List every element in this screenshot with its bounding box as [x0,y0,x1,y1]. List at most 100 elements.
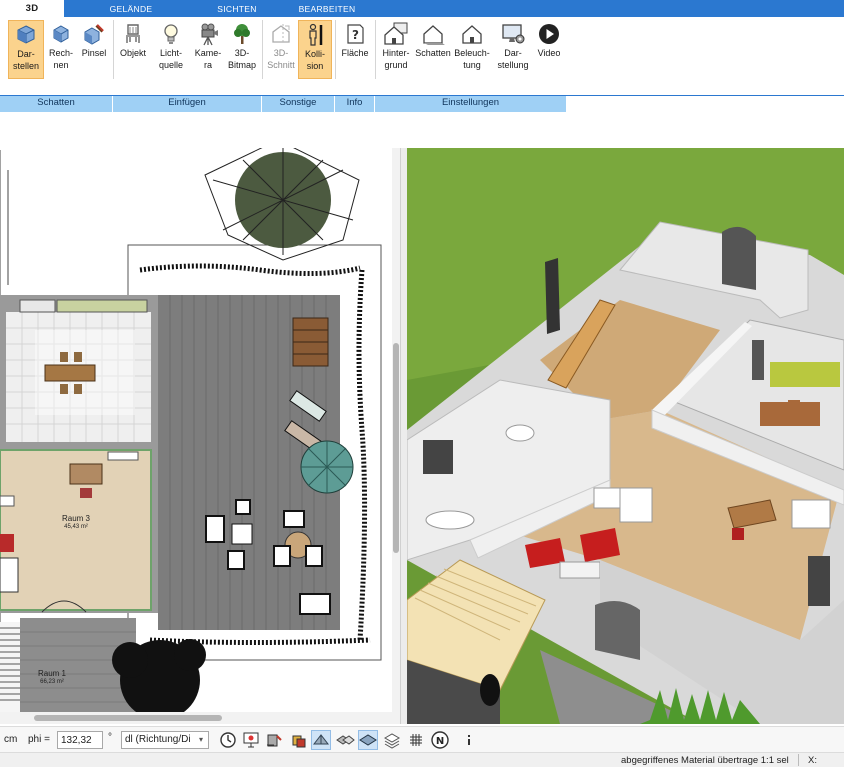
objekt-label: Objekt [119,48,146,58]
layers-icon [383,733,401,749]
3d-view[interactable] [407,148,844,724]
ribbon-bottom-line [0,95,844,96]
degree-label: ° [108,732,112,743]
rechnen-button[interactable]: Rech- nen [45,20,77,79]
bottom-toolbar: cm phi = ° dl (Richtung/Di ▾ [0,726,844,752]
group-separator [335,20,336,79]
clock-icon [220,732,236,748]
room-name: Raum 1 [37,669,66,678]
app-window: 3D GELÄNDE SICHTEN BEARBEITEN Dar- stell… [0,0,844,767]
plan-horizontal-scrollbar[interactable] [0,712,392,724]
material-pick-icon [312,734,330,745]
lichtquelle-button[interactable]: Licht- quelle [152,20,190,79]
darstellen-label: Dar- stellen [12,49,39,71]
material-tool[interactable] [289,730,309,750]
kamera-button[interactable]: Kame- ra [191,20,225,79]
group-separator [262,20,263,79]
plan-vertical-scroll-thumb[interactable] [393,343,399,553]
room-name: Raum 3 [61,514,90,523]
view-splitter[interactable] [400,148,407,724]
group-schatten: Schatten [0,95,113,112]
layer-diamond-icon [359,734,377,746]
video-button[interactable]: Video [532,20,566,79]
bitmap-3d-label: 3D- Bitmap [227,48,256,70]
room-label-raum-3: Raum 3 45,43 m² [56,514,96,532]
hintergrund-button[interactable]: Hinter- grund [378,20,414,79]
cube-display-icon [17,25,35,44]
grid-tool[interactable] [406,730,426,750]
group-einstellungen: Einstellungen [375,95,567,112]
grid-icon [410,734,422,746]
objekt-button[interactable]: Objekt [116,20,150,79]
house-background-icon [384,22,408,45]
beleuchtung-label: Beleuch- tung [454,48,490,70]
plan-horizontal-scroll-thumb[interactable] [34,715,222,721]
video-label: Video [537,48,561,58]
tab-bearbeiten[interactable]: BEARBEITEN [292,0,362,17]
tab-sichten[interactable]: SICHTEN [204,0,270,17]
darstellen-button[interactable]: Dar- stellen [8,20,44,79]
pinsel-label: Pinsel [81,48,107,58]
north-letter: N [436,736,444,747]
group-separator [113,20,114,79]
darstellung-button[interactable]: Dar- stellung [494,20,532,79]
house-shadow-icon [423,25,445,45]
chevron-down-icon: ▾ [195,733,207,747]
presentation-tool[interactable] [241,730,261,750]
room-label-raum-1: Raum 1 66,23 m² [32,669,72,687]
clock-tool[interactable] [218,730,238,750]
phi-input[interactable] [57,731,103,749]
room-area: 66,23 m² [40,679,64,685]
paint-bucket-icon [267,734,282,747]
paint-bucket-icon [292,735,306,748]
flaeche-button[interactable]: ? Fläche [338,20,372,79]
plan-vertical-scrollbar[interactable] [392,148,400,724]
play-video-icon [539,24,559,44]
area-info-icon: ? [347,24,364,44]
layers-tool[interactable] [382,730,402,750]
north-tool[interactable]: N [430,730,450,750]
svg-text:?: ? [352,28,359,42]
unit-label: cm [4,734,18,745]
rechnen-label: Rech- nen [48,48,73,70]
material-transfer-icon [336,735,355,745]
floor-plan-view[interactable]: Raum 3 45,43 m² Raum 1 66,23 m² [0,148,400,724]
flaeche-label: Fläche [341,48,369,58]
kollision-button[interactable]: Kolli- sion [298,20,332,79]
bitmap-3d-button[interactable]: 3D- Bitmap [225,20,259,79]
group-sonstige: Sonstige [262,95,335,112]
kollision-label: Kolli- sion [304,49,325,71]
lichtquelle-label: Licht- quelle [158,48,184,70]
more-options-tool[interactable] [459,730,479,750]
tab-3d[interactable]: 3D [0,0,64,17]
house-lighting-icon [462,25,482,44]
material-transfer-tool[interactable] [335,730,355,750]
schnitt-3d-label: 3D- Schnitt [267,48,295,70]
room-area: 45,43 m² [64,524,88,530]
layer-diamond-tool[interactable] [358,730,378,750]
schatten-button[interactable]: Schatten [414,20,452,79]
status-divider [798,754,799,766]
group-einfuegen: Einfügen [113,95,262,112]
tree-icon [234,24,250,44]
light-bulb-icon [164,24,178,44]
paint-bucket-tool[interactable] [264,730,284,750]
person-collision-icon [309,23,323,46]
monitor-display-icon [502,24,525,44]
3d-house-render[interactable] [407,148,844,724]
section-cut-icon [272,24,290,44]
material-pick-tool[interactable] [311,730,331,750]
floor-plan-drawing[interactable] [0,148,400,724]
tab-gelaende[interactable]: GELÄNDE [96,0,166,17]
ribbon-panel: Dar- stellen Rech- nen Pinsel Objekt Lic… [0,17,567,112]
presentation-icon [243,732,259,748]
ribbon-group-labels: Schatten Einfügen Sonstige Info Einstell… [0,95,567,112]
hintergrund-label: Hinter- grund [382,48,410,70]
pinsel-button[interactable]: Pinsel [78,20,110,79]
schnitt-3d-button[interactable]: 3D- Schnitt [264,20,298,79]
direction-select[interactable]: dl (Richtung/Di ▾ [121,731,209,749]
phi-label: phi = [28,734,50,745]
direction-select-value: dl (Richtung/Di [125,734,191,745]
cube-brush-icon [84,24,104,45]
beleuchtung-button[interactable]: Beleuch- tung [452,20,492,79]
